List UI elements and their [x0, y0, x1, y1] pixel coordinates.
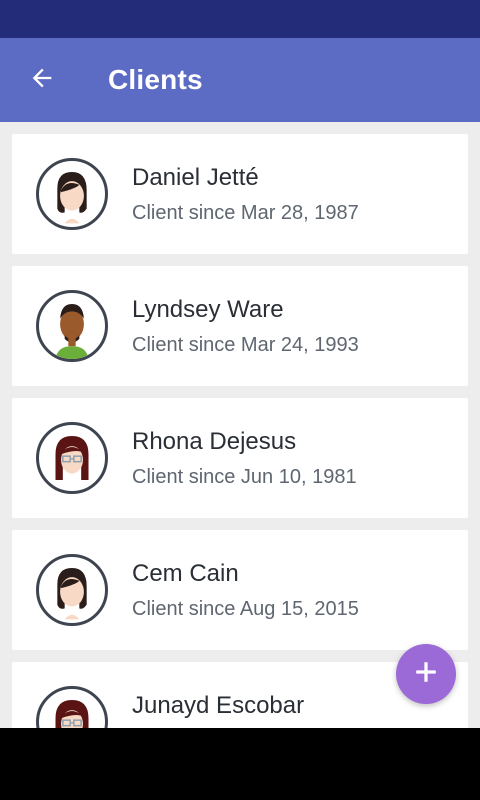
status-bar — [0, 0, 480, 38]
client-since: Client since Mar 24, 1993 — [132, 334, 359, 356]
add-client-button[interactable] — [396, 644, 456, 704]
client-name: Cem Cain — [132, 560, 239, 587]
page-title: Clients — [108, 64, 203, 95]
client-name: Rhona Dejesus — [132, 428, 297, 455]
female-avatar — [36, 554, 108, 626]
navigation-bar — [0, 728, 480, 800]
client-card[interactable]: Daniel Jetté Client since Mar 28, 1987 — [12, 134, 468, 254]
client-name: Daniel Jetté — [132, 164, 259, 191]
client-since: Client since Mar 28, 1987 — [132, 202, 359, 224]
female-glasses-avatar — [36, 686, 108, 728]
app-bar: Clients — [0, 38, 480, 122]
female-avatar — [36, 158, 108, 230]
male-avatar — [36, 290, 108, 362]
client-name: Junayd Escobar — [132, 692, 305, 719]
female-glasses-avatar — [36, 422, 108, 494]
add-icon — [413, 659, 439, 690]
client-card[interactable]: Lyndsey Ware Client since Mar 24, 1993 — [12, 266, 468, 386]
client-since: Client since Aug 15, 2015 — [132, 598, 359, 620]
client-since: Client since Jun 10, 1981 — [132, 466, 357, 488]
client-name: Lyndsey Ware — [132, 296, 284, 323]
back-button[interactable] — [0, 38, 84, 122]
client-card[interactable]: Cem Cain Client since Aug 15, 2015 — [12, 530, 468, 650]
client-card[interactable]: Rhona Dejesus Client since Jun 10, 1981 — [12, 398, 468, 518]
arrow-back-icon — [28, 64, 56, 97]
client-list[interactable]: Daniel Jetté Client since Mar 28, 1987 L… — [0, 122, 480, 728]
